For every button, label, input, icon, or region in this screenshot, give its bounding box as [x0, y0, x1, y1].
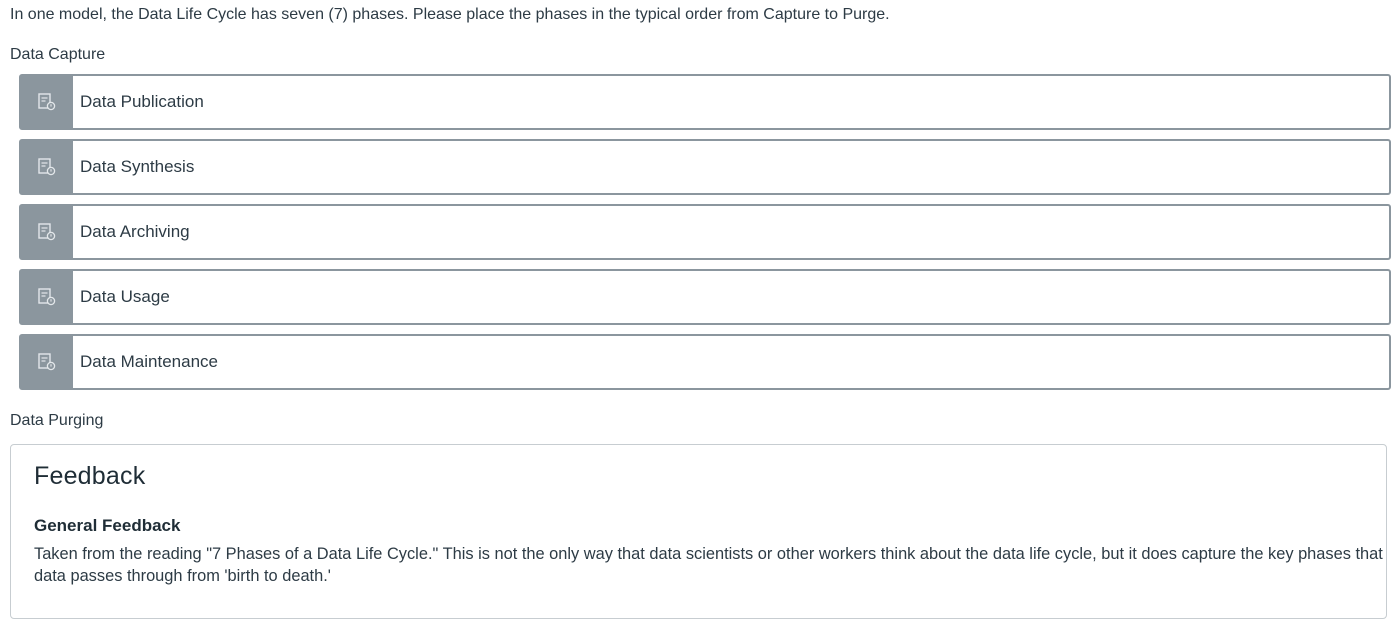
- general-feedback-text: Taken from the reading "7 Phases of a Da…: [34, 545, 1383, 585]
- ordering-item[interactable]: Data Archiving: [19, 204, 1391, 260]
- drag-handle[interactable]: [21, 206, 73, 258]
- drag-handle-icon: [38, 353, 56, 371]
- ordering-item-label: Data Publication: [80, 92, 204, 111]
- ordering-item-label: Data Archiving: [80, 222, 190, 241]
- ordering-item[interactable]: Data Maintenance: [19, 334, 1391, 390]
- bottom-anchor-label: Data Purging: [10, 412, 104, 429]
- ordering-item-label: Data Maintenance: [80, 352, 218, 371]
- top-anchor-label: Data Capture: [10, 46, 106, 63]
- ordering-item-label: Data Usage: [80, 287, 170, 306]
- general-feedback-heading: General Feedback: [34, 516, 181, 535]
- drag-handle-icon: [38, 223, 56, 241]
- drag-handle[interactable]: [21, 141, 73, 193]
- feedback-title: Feedback: [34, 462, 146, 490]
- drag-handle[interactable]: [21, 336, 73, 388]
- drag-handle-icon: [38, 288, 56, 306]
- drag-handle[interactable]: [21, 76, 73, 128]
- ordering-item[interactable]: Data Usage: [19, 269, 1391, 325]
- drag-handle-icon: [38, 158, 56, 176]
- ordering-list: Data Publication Data Synthesis Data Arc: [19, 74, 1391, 399]
- feedback-panel: Feedback General Feedback Taken from the…: [10, 444, 1387, 619]
- ordering-item[interactable]: Data Synthesis: [19, 139, 1391, 195]
- question-prompt: In one model, the Data Life Cycle has se…: [10, 6, 890, 23]
- ordering-item[interactable]: Data Publication: [19, 74, 1391, 130]
- drag-handle[interactable]: [21, 271, 73, 323]
- ordering-item-label: Data Synthesis: [80, 157, 195, 176]
- drag-handle-icon: [38, 93, 56, 111]
